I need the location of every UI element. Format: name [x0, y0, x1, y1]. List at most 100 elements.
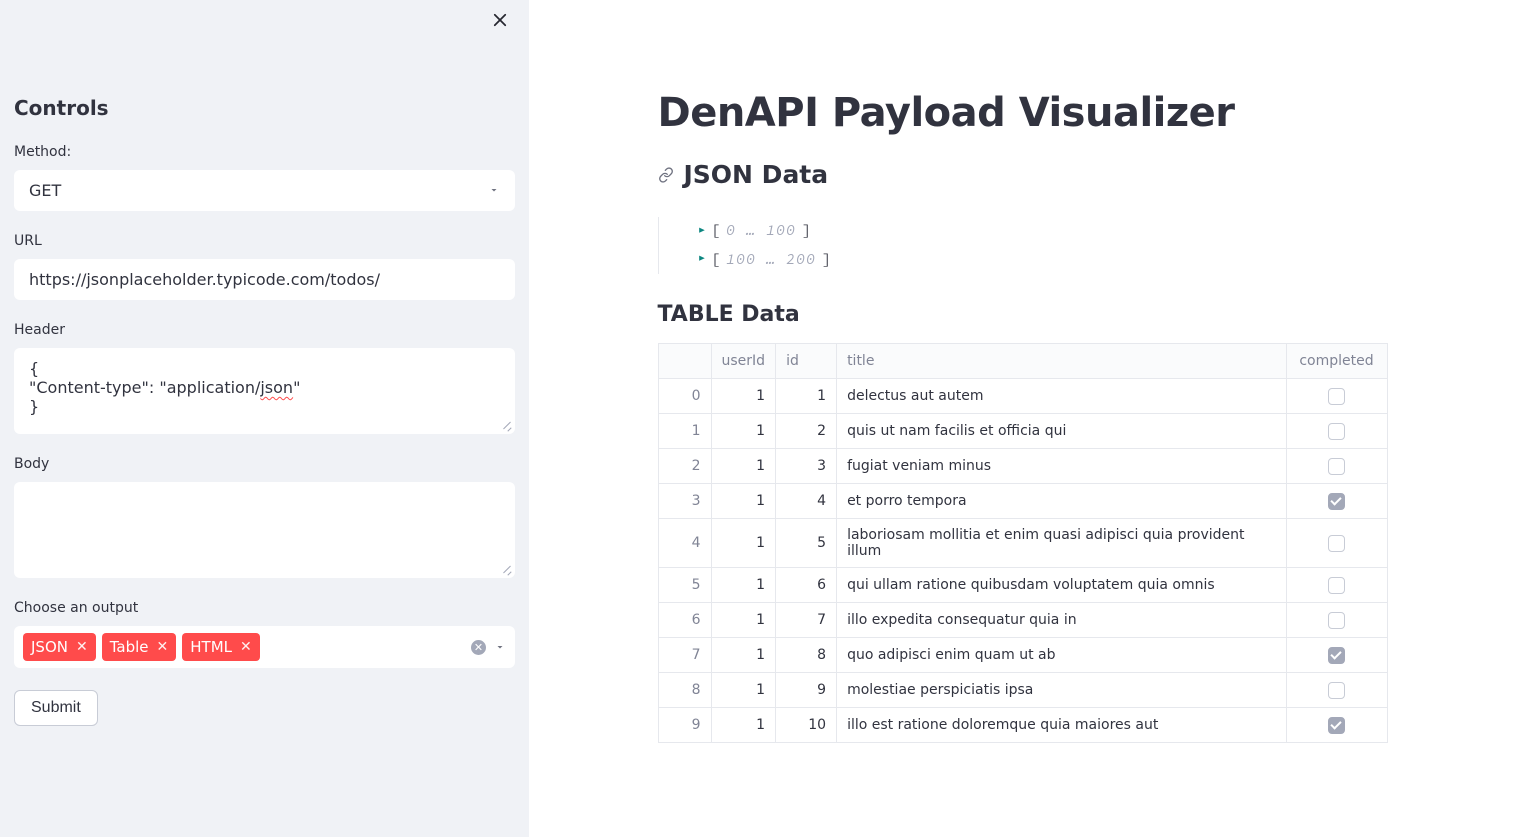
cell-title: quo adipisci enim quam ut ab	[837, 638, 1286, 673]
output-tags: JSON ✕ Table ✕ HTML ✕	[23, 633, 260, 661]
tag-remove-icon[interactable]: ✕	[240, 639, 252, 655]
cell-index: 1	[658, 414, 711, 449]
cell-id: 7	[776, 603, 837, 638]
json-range-row[interactable]: ▶[100 … 200]	[699, 246, 1388, 275]
json-range-text: 0 … 100	[726, 217, 796, 246]
cell-completed	[1286, 449, 1387, 484]
cell-completed	[1286, 708, 1387, 743]
cell-userid: 1	[711, 673, 776, 708]
tag-label: JSON	[31, 638, 68, 656]
method-label: Method:	[14, 144, 515, 160]
clear-all-icon[interactable]: ✕	[471, 640, 486, 655]
output-tag-table: Table ✕	[102, 633, 177, 661]
table-row[interactable]: 718quo adipisci enim quam ut ab	[658, 638, 1387, 673]
output-label: Choose an output	[14, 600, 515, 616]
checkbox-icon	[1328, 493, 1345, 510]
body-textarea[interactable]	[14, 482, 515, 578]
cell-userid: 1	[711, 519, 776, 568]
url-label: URL	[14, 233, 515, 249]
th-index[interactable]	[658, 344, 711, 379]
cell-title: illo expedita consequatur quia in	[837, 603, 1286, 638]
cell-id: 5	[776, 519, 837, 568]
th-userid[interactable]: userId	[711, 344, 776, 379]
table-row[interactable]: 213fugiat veniam minus	[658, 449, 1387, 484]
cell-title: molestiae perspiciatis ipsa	[837, 673, 1286, 708]
cell-index: 2	[658, 449, 711, 484]
cell-title: delectus aut autem	[837, 379, 1286, 414]
cell-title: illo est ratione doloremque quia maiores…	[837, 708, 1286, 743]
output-tag-html: HTML ✕	[182, 633, 259, 661]
table-row[interactable]: 112quis ut nam facilis et officia qui	[658, 414, 1387, 449]
cell-id: 3	[776, 449, 837, 484]
table-row[interactable]: 9110illo est ratione doloremque quia mai…	[658, 708, 1387, 743]
cell-index: 0	[658, 379, 711, 414]
submit-button[interactable]: Submit	[14, 690, 98, 726]
cell-completed	[1286, 603, 1387, 638]
expand-caret-icon[interactable]: ▶	[699, 221, 706, 242]
cell-id: 6	[776, 568, 837, 603]
tag-remove-icon[interactable]: ✕	[76, 639, 88, 655]
table-row[interactable]: 011delectus aut autem	[658, 379, 1387, 414]
th-completed[interactable]: completed	[1286, 344, 1387, 379]
table-row[interactable]: 314et porro tempora	[658, 484, 1387, 519]
json-viewer: ▶[0 … 100]▶[100 … 200]	[658, 217, 1388, 274]
tag-remove-icon[interactable]: ✕	[157, 639, 169, 655]
method-value: GET	[29, 181, 61, 200]
cell-title: qui ullam ratione quibusdam voluptatem q…	[837, 568, 1286, 603]
table-row[interactable]: 415laboriosam mollitia et enim quasi adi…	[658, 519, 1387, 568]
checkbox-icon	[1328, 682, 1345, 699]
th-title[interactable]: title	[837, 344, 1286, 379]
json-range-row[interactable]: ▶[0 … 100]	[699, 217, 1388, 246]
expand-caret-icon[interactable]: ▶	[699, 249, 706, 270]
json-bracket-close: ]	[822, 246, 831, 275]
tag-label: HTML	[190, 638, 232, 656]
cell-index: 5	[658, 568, 711, 603]
table-section-title: TABLE Data	[658, 302, 1388, 327]
cell-index: 6	[658, 603, 711, 638]
cell-completed	[1286, 638, 1387, 673]
checkbox-icon	[1328, 717, 1345, 734]
cell-title: fugiat veniam minus	[837, 449, 1286, 484]
caret-down-icon	[488, 181, 500, 200]
main-content: DenAPI Payload Visualizer JSON Data ▶[0 …	[529, 0, 1516, 837]
cell-userid: 1	[711, 449, 776, 484]
header-textarea[interactable]: {"Content-type": "application/json"}	[14, 348, 515, 434]
method-select[interactable]: GET	[14, 170, 515, 211]
table-row[interactable]: 819molestiae perspiciatis ipsa	[658, 673, 1387, 708]
cell-id: 1	[776, 379, 837, 414]
cell-index: 7	[658, 638, 711, 673]
cell-completed	[1286, 414, 1387, 449]
resize-grip-icon[interactable]	[498, 417, 512, 431]
checkbox-icon	[1328, 458, 1345, 475]
cell-title: et porro tempora	[837, 484, 1286, 519]
cell-userid: 1	[711, 638, 776, 673]
close-icon[interactable]	[485, 6, 515, 38]
json-bracket-close: ]	[802, 217, 811, 246]
cell-id: 2	[776, 414, 837, 449]
cell-completed	[1286, 379, 1387, 414]
table-row[interactable]: 516qui ullam ratione quibusdam voluptate…	[658, 568, 1387, 603]
cell-title: quis ut nam facilis et officia qui	[837, 414, 1286, 449]
cell-completed	[1286, 484, 1387, 519]
th-id[interactable]: id	[776, 344, 837, 379]
json-bracket-open: [	[711, 217, 720, 246]
cell-id: 10	[776, 708, 837, 743]
cell-userid: 1	[711, 568, 776, 603]
output-multiselect[interactable]: JSON ✕ Table ✕ HTML ✕ ✕	[14, 626, 515, 668]
cell-index: 3	[658, 484, 711, 519]
resize-grip-icon[interactable]	[498, 561, 512, 575]
table-row[interactable]: 617illo expedita consequatur quia in	[658, 603, 1387, 638]
cell-userid: 1	[711, 484, 776, 519]
cell-index: 4	[658, 519, 711, 568]
checkbox-icon	[1328, 577, 1345, 594]
output-tag-json: JSON ✕	[23, 633, 96, 661]
header-value: {"Content-type": "application/json"}	[29, 359, 500, 416]
cell-userid: 1	[711, 708, 776, 743]
cell-id: 4	[776, 484, 837, 519]
caret-down-icon[interactable]	[494, 638, 506, 657]
json-bracket-open: [	[711, 246, 720, 275]
cell-title: laboriosam mollitia et enim quasi adipis…	[837, 519, 1286, 568]
cell-id: 9	[776, 673, 837, 708]
url-input[interactable]: https://jsonplaceholder.typicode.com/tod…	[14, 259, 515, 300]
checkbox-icon	[1328, 423, 1345, 440]
